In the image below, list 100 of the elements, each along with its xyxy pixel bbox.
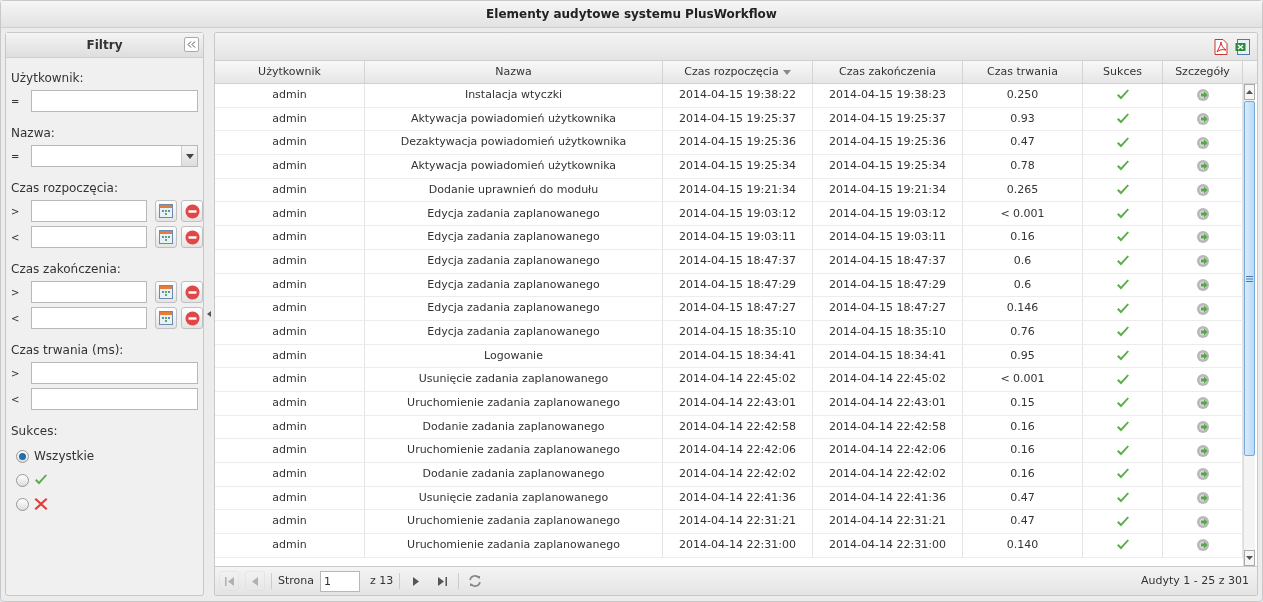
window-title: Elementy audytowe systemu PlusWorkflow — [486, 6, 777, 23]
table-cell: admin — [215, 510, 365, 534]
scroll-thumb[interactable] — [1244, 101, 1255, 456]
table-cell: 0.16 — [963, 439, 1083, 462]
calendar-button[interactable] — [155, 281, 177, 303]
operator-label: > — [11, 285, 21, 300]
date-field[interactable] — [31, 226, 147, 248]
input-field[interactable] — [31, 362, 198, 384]
minus-circle-icon — [184, 203, 200, 219]
table-cell: admin — [215, 368, 365, 391]
radio-button[interactable] — [16, 497, 29, 511]
scroll-up-button[interactable] — [1244, 84, 1255, 100]
table-cell: Dodanie zadania zaplanowanego — [365, 463, 663, 486]
table-cell: 2014-04-15 19:03:11 — [813, 226, 963, 249]
table-cell: 2014-04-14 22:42:06 — [663, 439, 813, 462]
table-cell: 2014-04-15 19:03:11 — [663, 226, 813, 249]
column-header[interactable]: Szczegóły — [1163, 61, 1243, 83]
table-cell: 0.78 — [963, 155, 1083, 178]
table-cell: 0.265 — [963, 178, 1083, 202]
table-cell: Usunięcie zadania zaplanowanego — [365, 486, 663, 510]
clear-button[interactable] — [181, 226, 203, 248]
table-cell: admin — [215, 297, 365, 320]
name-dropdown[interactable] — [31, 145, 198, 167]
minus-circle-icon — [184, 310, 200, 326]
table-cell: 2014-04-14 22:31:21 — [813, 510, 963, 534]
clear-button[interactable] — [181, 200, 203, 222]
table-cell: admin — [215, 249, 365, 273]
table-cell: 2014-04-15 19:25:34 — [813, 155, 963, 178]
table-cell: 2014-04-15 19:25:37 — [663, 107, 813, 131]
check-icon — [34, 474, 48, 486]
filter-label: Sukces: — [11, 423, 59, 438]
excel-icon[interactable] — [1235, 38, 1251, 55]
table-cell: 2014-04-15 19:03:12 — [663, 202, 813, 226]
column-header[interactable]: Czas rozpoczęcia — [663, 61, 813, 83]
table-cell: 0.47 — [963, 510, 1083, 534]
radio-button[interactable] — [16, 473, 29, 487]
page-label: Strona — [278, 572, 315, 589]
page-field[interactable]: 1 — [320, 570, 361, 592]
table-cell: admin — [215, 273, 365, 297]
clear-button[interactable] — [181, 307, 203, 329]
table-cell: admin — [215, 415, 365, 439]
scroll-down-button[interactable] — [1244, 550, 1255, 566]
table-cell: 0.15 — [963, 391, 1083, 415]
table-cell: 2014-04-14 22:42:02 — [813, 463, 963, 486]
table-cell: admin — [215, 344, 365, 368]
filter-label: Nazwa: — [11, 125, 56, 140]
column-header[interactable]: Użytkownik — [215, 61, 365, 83]
arrow-up-icon — [1246, 90, 1253, 94]
table-cell: Usunięcie zadania zaplanowanego — [365, 368, 663, 391]
table-cell: 2014-04-15 19:25:34 — [663, 155, 813, 178]
calendar-button[interactable] — [155, 226, 177, 248]
table-cell: 2014-04-14 22:41:36 — [813, 486, 963, 510]
column-header[interactable]: Czas trwania — [963, 61, 1083, 83]
table-cell: Edycja zadania zaplanowanego — [365, 273, 663, 297]
table-cell: admin — [215, 226, 365, 249]
table-cell: 0.6 — [963, 273, 1083, 297]
date-field[interactable] — [31, 281, 147, 303]
pdf-icon[interactable] — [1213, 38, 1229, 55]
filter-label: Czas rozpoczęcia: — [11, 180, 119, 195]
filter-label: Czas trwania (ms): — [11, 342, 125, 357]
table-cell: Edycja zadania zaplanowanego — [365, 297, 663, 320]
operator-label: = — [11, 149, 21, 164]
date-field[interactable] — [31, 307, 147, 329]
table-cell: admin — [215, 107, 365, 131]
table-cell: 2014-04-14 22:31:21 — [663, 510, 813, 534]
calendar-button[interactable] — [155, 200, 177, 222]
column-header[interactable]: Czas zakończenia — [813, 61, 963, 83]
input-field[interactable] — [31, 90, 198, 112]
operator-label: = — [11, 94, 21, 109]
minus-circle-icon — [184, 229, 200, 245]
calendar-icon — [159, 204, 173, 218]
table-cell: Edycja zadania zaplanowanego — [365, 320, 663, 344]
operator-label: < — [11, 311, 21, 326]
input-field[interactable] — [31, 388, 198, 410]
table-cell: 2014-04-14 22:31:00 — [663, 534, 813, 557]
scrollbar[interactable] — [1243, 84, 1255, 566]
double-chevron-left-icon — [187, 41, 196, 48]
table-cell: Dezaktywacja powiadomień użytkownika — [365, 131, 663, 155]
table-cell: 0.16 — [963, 463, 1083, 486]
table-cell: admin — [215, 178, 365, 202]
clear-button[interactable] — [181, 281, 203, 303]
column-header[interactable]: Sukces — [1083, 61, 1163, 83]
date-field[interactable] — [31, 200, 147, 222]
calendar-button[interactable] — [155, 307, 177, 329]
table-cell: 2014-04-15 19:38:22 — [663, 84, 813, 107]
calendar-icon — [159, 311, 173, 325]
table-cell: admin — [215, 202, 365, 226]
records-summary: Audyty 1 - 25 z 301 — [1140, 572, 1249, 589]
table-cell: admin — [215, 320, 365, 344]
table-cell: 2014-04-14 22:42:06 — [813, 439, 963, 462]
splitter-arrow-icon[interactable] — [207, 311, 211, 317]
caret-down-icon — [185, 153, 194, 159]
table-cell: 2014-04-15 18:47:27 — [813, 297, 963, 320]
radio-button[interactable] — [16, 449, 29, 463]
column-header[interactable]: Nazwa — [365, 61, 663, 83]
table-cell: Aktywacja powiadomień użytkownika — [365, 107, 663, 131]
table-cell: 2014-04-14 22:31:00 — [813, 534, 963, 557]
table-cell: 2014-04-15 19:25:36 — [663, 131, 813, 155]
operator-label: < — [11, 392, 21, 407]
collapse-button[interactable] — [184, 37, 199, 52]
